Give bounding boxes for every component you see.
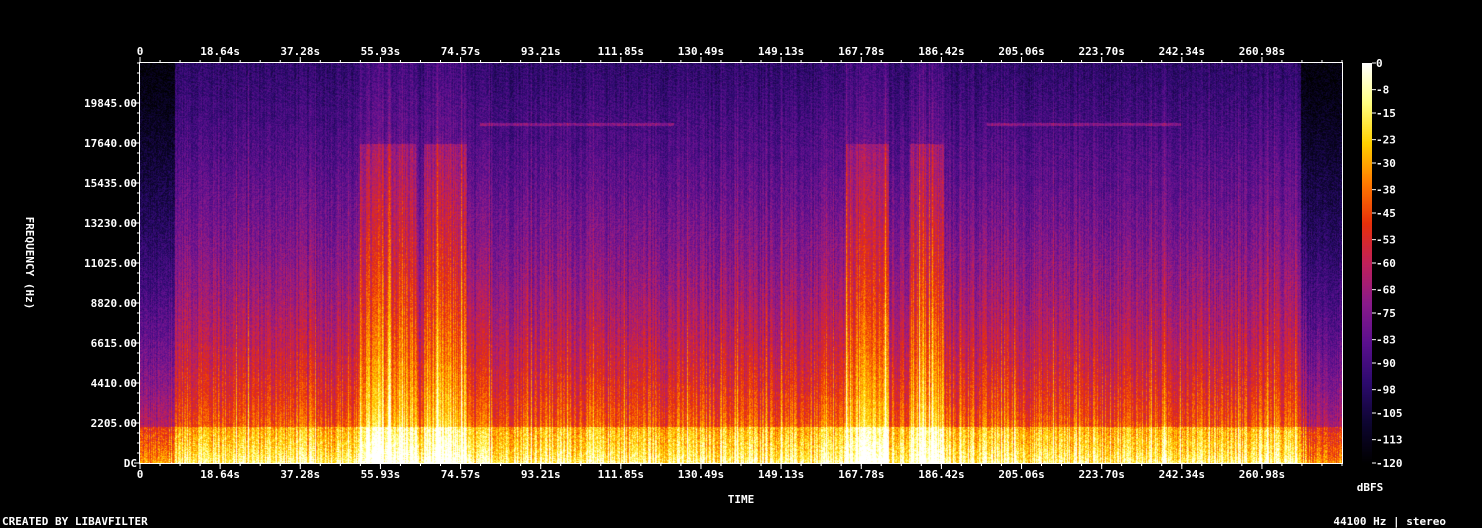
time-tick-label-top: 111.85s <box>598 45 644 58</box>
colorbar-tick-label: -60 <box>1376 257 1396 270</box>
y-axis-label: FREQUENCY (Hz) <box>23 217 36 310</box>
colorbar-tick-label: -75 <box>1376 307 1396 320</box>
frequency-tick-label: 8820.00 <box>91 297 137 310</box>
time-tick-label-bottom: 37.28s <box>280 468 320 481</box>
time-tick-label-top: 74.57s <box>441 45 481 58</box>
time-tick-label-bottom: 55.93s <box>361 468 401 481</box>
time-tick-label-bottom: 242.34s <box>1159 468 1205 481</box>
frequency-tick-label: 17640.00 <box>84 137 137 150</box>
x-axis-label: TIME <box>728 493 755 506</box>
colorbar-tick-label: -45 <box>1376 207 1396 220</box>
frequency-tick-label: 2205.00 <box>91 417 137 430</box>
time-tick-label-bottom: 18.64s <box>200 468 240 481</box>
time-tick-label-top: 55.93s <box>361 45 401 58</box>
colorbar-gradient <box>1362 63 1372 463</box>
colorbar-tick-label: -90 <box>1376 357 1396 370</box>
spectrogram-chart: 0 18.64s 37.28s 55.93s 74.57s 93.21s 111.85s 13… <box>23 45 1403 506</box>
time-tick-label-top: 186.42s <box>918 45 964 58</box>
frequency-tick-label: DC <box>124 457 137 470</box>
colorbar-label: dBFS <box>1357 481 1384 494</box>
time-tick-label-top: 149.13s <box>758 45 804 58</box>
time-tick-label-top: 205.06s <box>998 45 1044 58</box>
frequency-tick-label: 11025.00 <box>84 257 137 270</box>
colorbar-tick-label: -68 <box>1376 284 1396 297</box>
colorbar-tick-label: -23 <box>1376 134 1396 147</box>
spectrogram-image <box>140 63 1342 463</box>
colorbar-axis: 0 -8 -15 -23 -30 -38 -45 -53 -60 -68 -75 -83 -90 -98 -… <box>1372 57 1403 470</box>
time-tick-label-bottom: 167.78s <box>838 468 884 481</box>
colorbar-tick-label: -8 <box>1376 84 1389 97</box>
time-axis-bottom: 0 18.64s 37.28s 55.93s 74.57s 93.21s 111.85s 13… <box>137 464 1343 481</box>
time-tick-label-top: 0 <box>137 45 144 58</box>
time-tick-label-bottom: 260.98s <box>1239 468 1285 481</box>
frequency-tick-label: 15435.00 <box>84 177 137 190</box>
credit-text: CREATED BY LIBAVFILTER <box>2 515 148 528</box>
time-tick-label-bottom: 223.70s <box>1079 468 1125 481</box>
frequency-tick-label: 13230.00 <box>84 217 137 230</box>
time-tick-label-top: 242.34s <box>1159 45 1205 58</box>
colorbar-tick-label: -15 <box>1376 107 1396 120</box>
time-tick-label-bottom: 74.57s <box>441 468 481 481</box>
time-tick-label-bottom: 0 <box>137 468 144 481</box>
frequency-tick-label: 19845.00 <box>84 97 137 110</box>
time-tick-label-bottom: 149.13s <box>758 468 804 481</box>
time-tick-label-top: 18.64s <box>200 45 240 58</box>
time-tick-label-bottom: 111.85s <box>598 468 644 481</box>
time-tick-label-top: 37.28s <box>280 45 320 58</box>
time-tick-label-top: 130.49s <box>678 45 724 58</box>
time-tick-label-bottom: 130.49s <box>678 468 724 481</box>
frequency-tick-label: 6615.00 <box>91 337 137 350</box>
frequency-tick-label: 4410.00 <box>91 377 137 390</box>
colorbar-tick-label: -38 <box>1376 184 1396 197</box>
time-tick-label-bottom: 186.42s <box>918 468 964 481</box>
colorbar-tick-label: -113 <box>1376 434 1403 447</box>
colorbar-tick-label: 0 <box>1376 57 1383 70</box>
colorbar-tick-label: -98 <box>1376 384 1396 397</box>
colorbar-tick-label: -83 <box>1376 334 1396 347</box>
colorbar-tick-label: -30 <box>1376 157 1396 170</box>
sample-format-text: 44100 Hz | stereo <box>1333 515 1446 528</box>
time-tick-label-top: 223.70s <box>1079 45 1125 58</box>
colorbar-tick-label: -105 <box>1376 407 1403 420</box>
spectrogram-plot-area <box>139 62 1343 464</box>
colorbar-tick-label: -53 <box>1376 234 1396 247</box>
time-tick-label-top: 260.98s <box>1239 45 1285 58</box>
frequency-axis: DC 2205.00 4410.00 6615.00 8820.00 11025.00 13… <box>84 62 139 470</box>
dbfs-colorbar <box>1362 63 1372 463</box>
time-tick-label-top: 167.78s <box>838 45 884 58</box>
time-tick-label-bottom: 205.06s <box>998 468 1044 481</box>
time-tick-label-top: 93.21s <box>521 45 561 58</box>
time-axis-top: 0 18.64s 37.28s 55.93s 74.57s 93.21s 111.85s 13… <box>137 45 1343 62</box>
colorbar-tick-label: -120 <box>1376 457 1403 470</box>
time-tick-label-bottom: 93.21s <box>521 468 561 481</box>
